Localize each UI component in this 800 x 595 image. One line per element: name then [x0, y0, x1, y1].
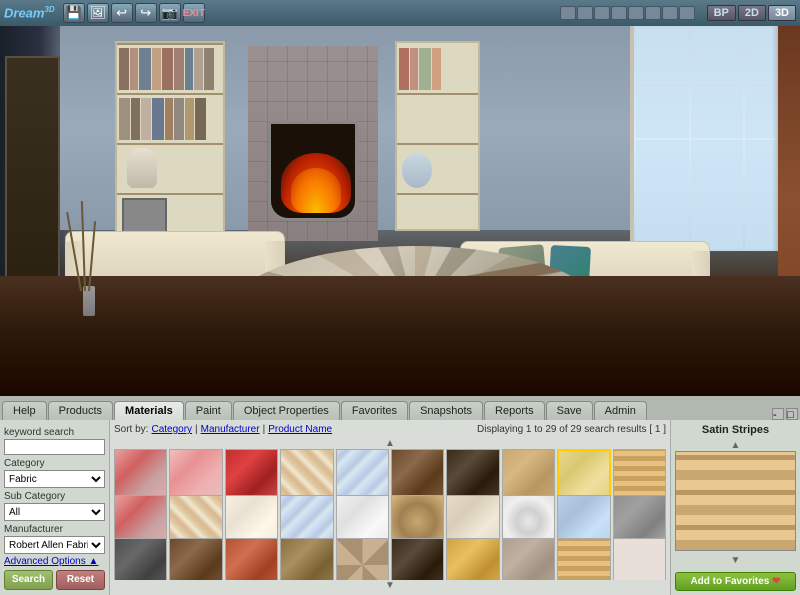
- heart-icon: ❤: [772, 576, 780, 587]
- preview-title: Satin Stripes: [675, 424, 796, 436]
- tab-snapshots[interactable]: Snapshots: [409, 401, 483, 420]
- scroll-down[interactable]: ▼: [114, 580, 666, 591]
- app-logo: Dream3D: [4, 5, 55, 20]
- view-icon-1[interactable]: [560, 6, 576, 20]
- manufacturer-label: Manufacturer: [4, 524, 105, 535]
- subcategory-label: Sub Category: [4, 491, 105, 502]
- material-thumb[interactable]: [336, 538, 389, 580]
- tab-bar: Help Products Materials Paint Object Pro…: [0, 396, 800, 420]
- undo-btn[interactable]: ↩: [111, 3, 133, 23]
- preview-panel: Satin Stripes ▲ ▼ Add to Favorites ❤: [670, 420, 800, 595]
- logo-text: Dream: [4, 6, 44, 21]
- tab-materials[interactable]: Materials: [114, 401, 184, 420]
- view-icon-3[interactable]: [594, 6, 610, 20]
- advanced-options-link[interactable]: Advanced Options ▲: [4, 556, 105, 567]
- view-icon-7[interactable]: [662, 6, 678, 20]
- content-area: keyword search Category Fabric Wood Ston…: [0, 420, 800, 595]
- maximize-btn[interactable]: □: [786, 408, 798, 420]
- exit-btn[interactable]: EXIT: [183, 3, 205, 23]
- materials-panel: Sort by: Category | Manufacturer | Produ…: [110, 420, 670, 595]
- preview-scroll-up[interactable]: ▲: [675, 440, 796, 451]
- view-mode-buttons: BP 2D 3D: [707, 5, 796, 21]
- tab-favorites[interactable]: Favorites: [341, 401, 408, 420]
- scroll-up[interactable]: ▲: [114, 438, 666, 449]
- keyword-label: keyword search: [4, 427, 105, 438]
- save-btn[interactable]: 💾: [63, 3, 85, 23]
- view-icon-6[interactable]: [645, 6, 661, 20]
- tab-reports[interactable]: Reports: [484, 401, 545, 420]
- sort-prefix: Sort by:: [114, 424, 148, 435]
- action-buttons: Search Reset: [4, 570, 105, 590]
- tab-products[interactable]: Products: [48, 401, 113, 420]
- preview-scroll-down[interactable]: ▼: [675, 555, 796, 566]
- tab-paint[interactable]: Paint: [185, 401, 232, 420]
- sort-category[interactable]: Category: [151, 424, 192, 435]
- category-select[interactable]: Fabric Wood Stone Tile Metal: [4, 470, 105, 488]
- tab-admin[interactable]: Admin: [594, 401, 647, 420]
- material-thumb[interactable]: [280, 538, 333, 580]
- material-thumb[interactable]: [502, 538, 555, 580]
- view-icon-4[interactable]: [611, 6, 627, 20]
- category-label: Category: [4, 458, 105, 469]
- keyword-input[interactable]: [4, 439, 105, 455]
- new-btn[interactable]: 🖼: [87, 3, 109, 23]
- search-button[interactable]: Search: [4, 570, 53, 590]
- bottom-panel: Help Products Materials Paint Object Pro…: [0, 396, 800, 595]
- logo-super: 3D: [44, 5, 54, 14]
- snapshot-btn[interactable]: 📷: [159, 3, 181, 23]
- tab-help[interactable]: Help: [2, 401, 47, 420]
- minimize-btn[interactable]: -: [772, 408, 784, 420]
- material-thumb[interactable]: [557, 538, 610, 580]
- material-thumb[interactable]: [391, 538, 444, 580]
- 3d-viewport[interactable]: [0, 26, 800, 396]
- view-icon-2[interactable]: [577, 6, 593, 20]
- material-thumb[interactable]: [446, 538, 499, 580]
- material-thumb[interactable]: [169, 538, 222, 580]
- view-icon-8[interactable]: [679, 6, 695, 20]
- 2d-view-btn[interactable]: 2D: [738, 5, 766, 21]
- tab-save[interactable]: Save: [546, 401, 593, 420]
- 3d-view-btn[interactable]: 3D: [768, 5, 796, 21]
- material-thumb[interactable]: [613, 538, 666, 580]
- toolbar: Dream3D 💾 🖼 ↩ ↪ 📷 EXIT BP 2D 3D: [0, 0, 800, 26]
- manufacturer-select[interactable]: Robert Allen Fabrics All Manufacturers: [4, 536, 105, 554]
- tab-object-properties[interactable]: Object Properties: [233, 401, 340, 420]
- view-icon-5[interactable]: [628, 6, 644, 20]
- material-thumb[interactable]: [225, 538, 278, 580]
- result-count: Displaying 1 to 29 of 29 search results …: [477, 424, 666, 435]
- redo-btn[interactable]: ↪: [135, 3, 157, 23]
- sort-manufacturer[interactable]: Manufacturer: [201, 424, 260, 435]
- material-grid: [114, 449, 666, 580]
- bp-view-btn[interactable]: BP: [707, 5, 736, 21]
- subcategory-select[interactable]: All Solids Patterns Stripes: [4, 503, 105, 521]
- sort-product-name[interactable]: Product Name: [268, 424, 332, 435]
- sort-bar: Sort by: Category | Manufacturer | Produ…: [114, 424, 666, 435]
- add-to-favorites-button[interactable]: Add to Favorites ❤: [675, 572, 796, 591]
- material-thumb[interactable]: [114, 538, 167, 580]
- reset-button[interactable]: Reset: [56, 570, 105, 590]
- sidebar: keyword search Category Fabric Wood Ston…: [0, 420, 110, 595]
- preview-swatch[interactable]: [675, 451, 796, 551]
